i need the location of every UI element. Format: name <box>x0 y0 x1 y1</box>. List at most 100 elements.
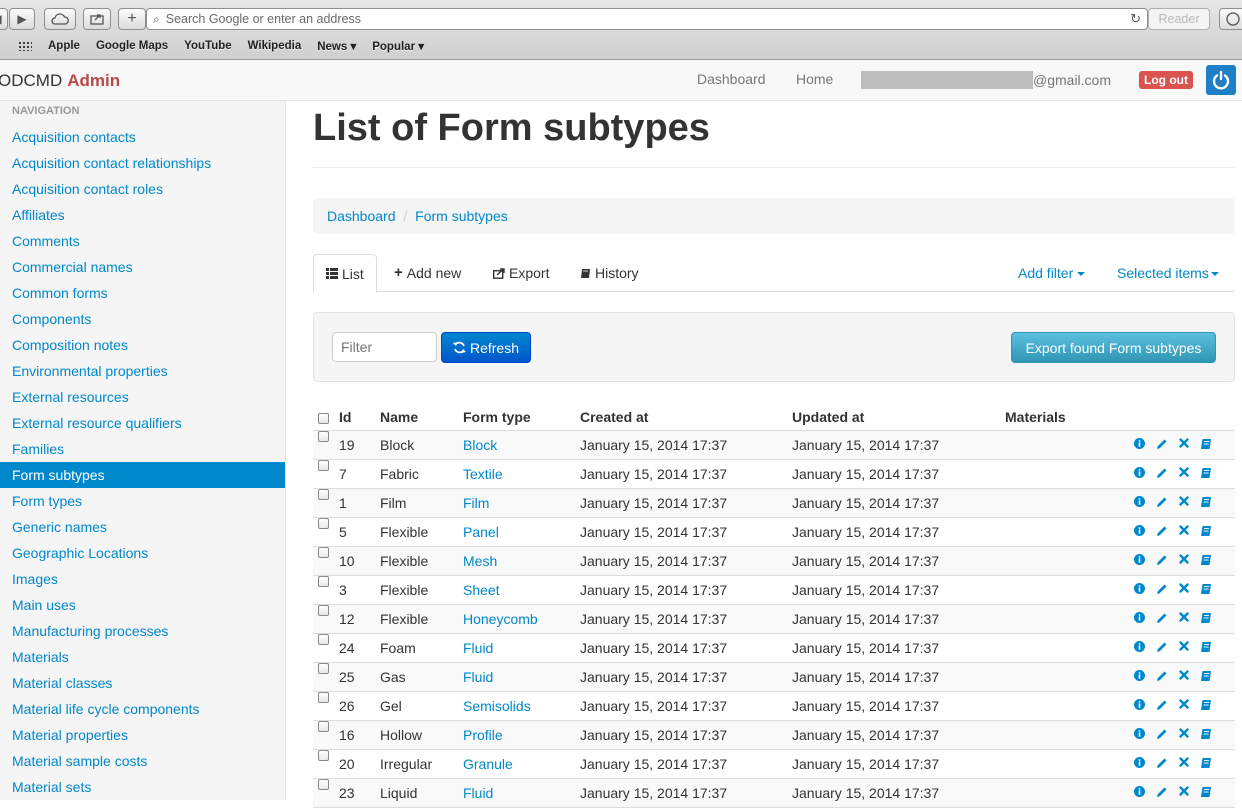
book-icon[interactable] <box>1200 496 1212 508</box>
logout-button[interactable]: Log out <box>1139 71 1193 89</box>
refresh-button[interactable]: Refresh <box>441 332 531 363</box>
row-checkbox[interactable] <box>318 663 329 674</box>
bookmark-google-maps[interactable]: Google Maps <box>96 40 168 52</box>
delete-icon[interactable] <box>1179 525 1189 535</box>
pencil-icon[interactable] <box>1156 699 1168 711</box>
sidebar-item[interactable]: External resource qualifiers <box>0 410 285 436</box>
cell-form-type-link[interactable]: Panel <box>463 518 499 546</box>
tab-export[interactable]: Export <box>493 254 549 292</box>
book-icon[interactable] <box>1200 641 1212 653</box>
forward-button[interactable]: ▶ <box>9 8 35 30</box>
bookmark-popular[interactable]: Popular ▾ <box>372 39 424 53</box>
sidebar-item[interactable]: Commercial names <box>0 254 285 280</box>
col-form-type[interactable]: Form type <box>463 403 531 431</box>
delete-icon[interactable] <box>1179 670 1189 680</box>
address-bar[interactable]: ⌕ Search Google or enter an address ↻ <box>146 8 1148 30</box>
sidebar-item[interactable]: Geographic Locations <box>0 540 285 566</box>
pencil-icon[interactable] <box>1156 728 1168 740</box>
delete-icon[interactable] <box>1179 699 1189 709</box>
cell-form-type-link[interactable]: Mesh <box>463 547 497 575</box>
sidebar-item[interactable]: Affiliates <box>0 202 285 228</box>
sidebar-item[interactable]: Form subtypes <box>0 462 285 488</box>
sidebar-item[interactable]: Environmental properties <box>0 358 285 384</box>
pencil-icon[interactable] <box>1156 670 1168 682</box>
grid-icon[interactable] <box>18 41 32 51</box>
cell-form-type-link[interactable]: Honeycomb <box>463 605 538 633</box>
info-icon[interactable] <box>1134 699 1145 710</box>
info-icon[interactable] <box>1134 467 1145 478</box>
row-checkbox[interactable] <box>318 547 329 558</box>
download-button[interactable] <box>1219 8 1242 30</box>
info-icon[interactable] <box>1134 612 1145 623</box>
sidebar-item[interactable]: Main uses <box>0 592 285 618</box>
tab-list[interactable]: List <box>313 254 377 293</box>
sidebar-item[interactable]: Images <box>0 566 285 592</box>
nav-dashboard[interactable]: Dashboard <box>697 71 766 87</box>
col-created-at[interactable]: Created at <box>580 403 648 431</box>
pencil-icon[interactable] <box>1156 496 1168 508</box>
pencil-icon[interactable] <box>1156 554 1168 566</box>
sidebar-item[interactable]: Components <box>0 306 285 332</box>
row-checkbox[interactable] <box>318 460 329 471</box>
bookmark-wikipedia[interactable]: Wikipedia <box>248 40 302 52</box>
sidebar-item[interactable]: Material life cycle components <box>0 696 285 722</box>
col-updated-at[interactable]: Updated at <box>792 403 864 431</box>
sidebar-item[interactable]: Families <box>0 436 285 462</box>
cell-form-type-link[interactable]: Film <box>463 489 489 517</box>
sidebar-item[interactable]: Material sets <box>0 774 285 800</box>
book-icon[interactable] <box>1200 554 1212 566</box>
breadcrumb-dashboard[interactable]: Dashboard <box>327 208 396 224</box>
sidebar-item[interactable]: Comments <box>0 228 285 254</box>
brand[interactable]: ODCMD Admin <box>0 71 120 91</box>
row-checkbox[interactable] <box>318 518 329 529</box>
export-found-button[interactable]: Export found Form subtypes <box>1011 332 1216 363</box>
power-button[interactable] <box>1206 65 1236 95</box>
select-all-checkbox[interactable] <box>318 413 329 424</box>
cell-form-type-link[interactable]: Fluid <box>463 663 493 691</box>
cell-form-type-link[interactable]: Profile <box>463 721 503 749</box>
delete-icon[interactable] <box>1179 728 1189 738</box>
nav-home[interactable]: Home <box>796 71 833 87</box>
sidebar-item[interactable]: Generic names <box>0 514 285 540</box>
delete-icon[interactable] <box>1179 612 1189 622</box>
sidebar-item[interactable]: Acquisition contact roles <box>0 176 285 202</box>
tab-history[interactable]: History <box>580 254 639 292</box>
row-checkbox[interactable] <box>318 750 329 761</box>
breadcrumb-form-subtypes[interactable]: Form subtypes <box>415 208 508 224</box>
new-tab-button[interactable]: + <box>118 8 146 30</box>
delete-icon[interactable] <box>1179 786 1189 796</box>
sidebar-item[interactable]: Material sample costs <box>0 748 285 774</box>
book-icon[interactable] <box>1200 786 1212 798</box>
bookmark-apple[interactable]: Apple <box>48 40 80 52</box>
info-icon[interactable] <box>1134 786 1145 797</box>
selected-items-dropdown[interactable]: Selected items <box>1117 254 1219 292</box>
info-icon[interactable] <box>1134 670 1145 681</box>
bookmark-news[interactable]: News ▾ <box>317 39 356 53</box>
book-icon[interactable] <box>1200 728 1212 740</box>
book-icon[interactable] <box>1200 438 1212 450</box>
book-icon[interactable] <box>1200 699 1212 711</box>
pencil-icon[interactable] <box>1156 467 1168 479</box>
delete-icon[interactable] <box>1179 438 1189 448</box>
book-icon[interactable] <box>1200 612 1212 624</box>
tab-add-new[interactable]: + Add new <box>394 254 461 292</box>
delete-icon[interactable] <box>1179 641 1189 651</box>
back-button[interactable]: ◀ <box>0 8 8 30</box>
sidebar-item[interactable]: Materials <box>0 644 285 670</box>
info-icon[interactable] <box>1134 525 1145 536</box>
cell-form-type-link[interactable]: Granule <box>463 750 513 778</box>
sidebar-item[interactable]: Manufacturing processes <box>0 618 285 644</box>
sidebar-item[interactable]: Acquisition contacts <box>0 124 285 150</box>
row-checkbox[interactable] <box>318 779 329 790</box>
pencil-icon[interactable] <box>1156 757 1168 769</box>
filter-input[interactable] <box>332 332 437 362</box>
sidebar-item[interactable]: Form types <box>0 488 285 514</box>
info-icon[interactable] <box>1134 641 1145 652</box>
book-icon[interactable] <box>1200 583 1212 595</box>
delete-icon[interactable] <box>1179 554 1189 564</box>
cell-form-type-link[interactable]: Sheet <box>463 576 500 604</box>
info-icon[interactable] <box>1134 438 1145 449</box>
cell-form-type-link[interactable]: Semisolids <box>463 692 531 720</box>
pencil-icon[interactable] <box>1156 525 1168 537</box>
delete-icon[interactable] <box>1179 583 1189 593</box>
